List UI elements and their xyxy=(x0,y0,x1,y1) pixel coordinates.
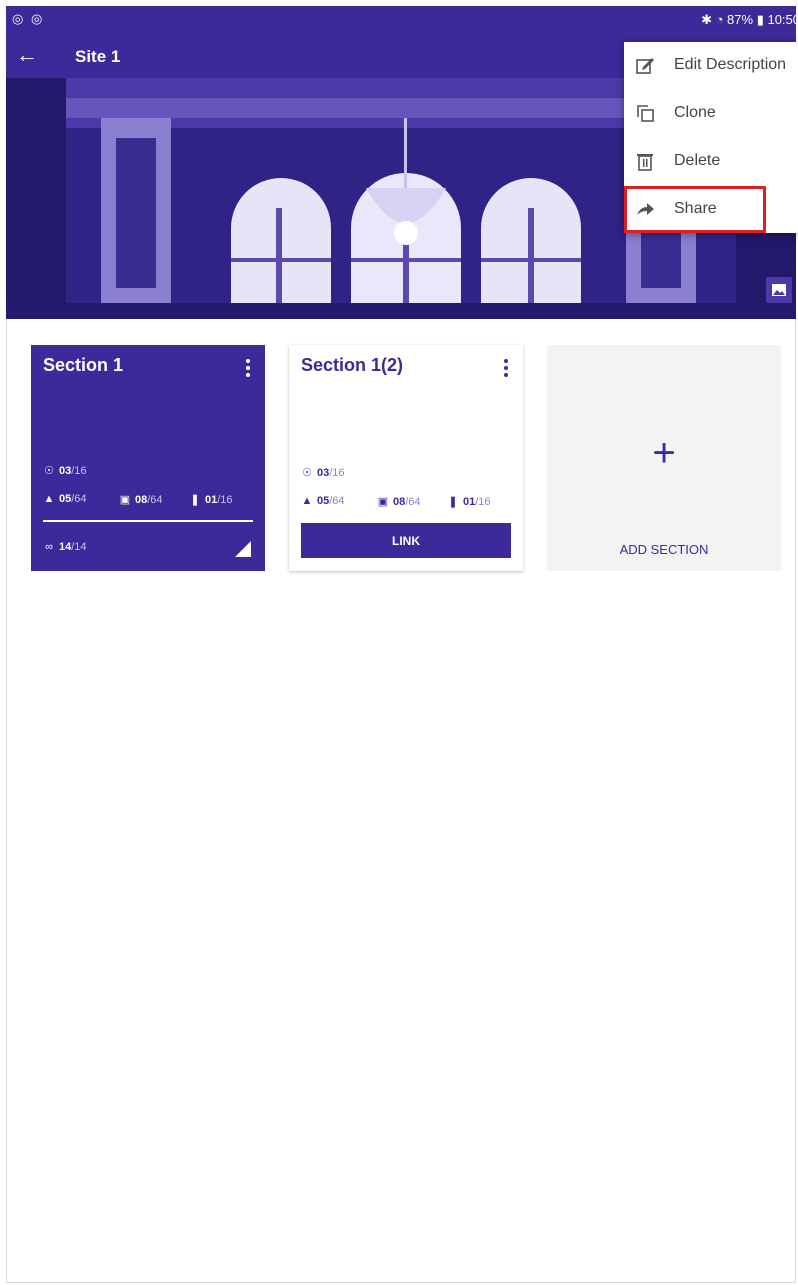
corner-indicator-icon xyxy=(235,541,251,557)
switch-count: ▣ 08/64 xyxy=(377,496,421,508)
audio-count: ❚ 01/16 xyxy=(190,494,233,506)
plus-icon: + xyxy=(652,431,676,475)
section-card[interactable]: Section 1 ☉ 03/16 ▲ 05/64 ▣ 08/64 ❚ 01/16 ∞ 1… xyxy=(31,345,265,571)
switch-icon: ▣ xyxy=(119,494,131,506)
clone-icon xyxy=(637,105,654,122)
menu-label-edit-description: Edit Description xyxy=(674,56,787,73)
more-options-icon[interactable] xyxy=(503,359,509,379)
status-left-icons: ◎ ◎ xyxy=(12,11,45,26)
sensor-count: ☉ 03/16 xyxy=(302,467,345,479)
light-count: ▲ 05/64 xyxy=(43,493,87,505)
add-section-card[interactable]: + ADD SECTION xyxy=(547,345,781,571)
page-title: Site 1 xyxy=(75,47,121,66)
menu-item-clone[interactable]: Clone xyxy=(624,90,798,138)
overflow-menu: Edit Description Clone Delete Share xyxy=(624,42,798,233)
section-title: Section 1(2) xyxy=(301,355,404,375)
add-section-label: ADD SECTION xyxy=(619,542,709,557)
menu-item-edit-description[interactable]: Edit Description xyxy=(624,42,798,90)
link-count: ∞ 14/14 xyxy=(43,541,86,553)
section-title: Section 1 xyxy=(43,355,124,375)
menu-label-delete: Delete xyxy=(674,152,721,169)
section-card[interactable]: Section 1(2) ☉ 03/16 ▲ 05/64 ▣ 08/64 ❚ 01/16… xyxy=(289,345,523,571)
link-icon: ∞ xyxy=(45,541,53,553)
sensor-count: ☉ 03/16 xyxy=(44,465,87,477)
light-icon: ▲ xyxy=(43,493,55,505)
audio-count: ❚ 01/16 xyxy=(448,496,491,508)
light-icon: ▲ xyxy=(301,495,313,507)
share-icon xyxy=(637,203,654,215)
back-arrow-icon[interactable]: ← xyxy=(16,44,38,66)
menu-label-clone: Clone xyxy=(674,104,716,121)
menu-label-share: Share xyxy=(674,200,717,217)
status-right-text: ✱ ◔ 87% ▮ 10:50 xyxy=(701,12,798,27)
delete-icon xyxy=(637,154,653,171)
signal-icon: ❚ xyxy=(448,496,458,508)
sensor-icon: ☉ xyxy=(302,467,312,479)
light-count: ▲ 05/64 xyxy=(301,495,345,507)
signal-icon: ❚ xyxy=(190,494,200,506)
link-button[interactable]: LINK xyxy=(301,523,511,558)
status-bar: ◎ ◎ ✱ ◔ 87% ▮ 10:50 xyxy=(6,6,798,34)
menu-item-share[interactable]: Share xyxy=(624,186,798,234)
change-image-button[interactable] xyxy=(766,277,792,303)
menu-item-delete[interactable]: Delete xyxy=(624,138,798,186)
switch-count: ▣ 08/64 xyxy=(119,494,163,506)
edit-icon xyxy=(636,58,654,74)
image-icon xyxy=(772,284,786,296)
sensor-icon: ☉ xyxy=(44,465,54,477)
section-divider xyxy=(43,520,253,522)
switch-icon: ▣ xyxy=(377,496,389,508)
more-options-icon[interactable] xyxy=(245,359,251,379)
